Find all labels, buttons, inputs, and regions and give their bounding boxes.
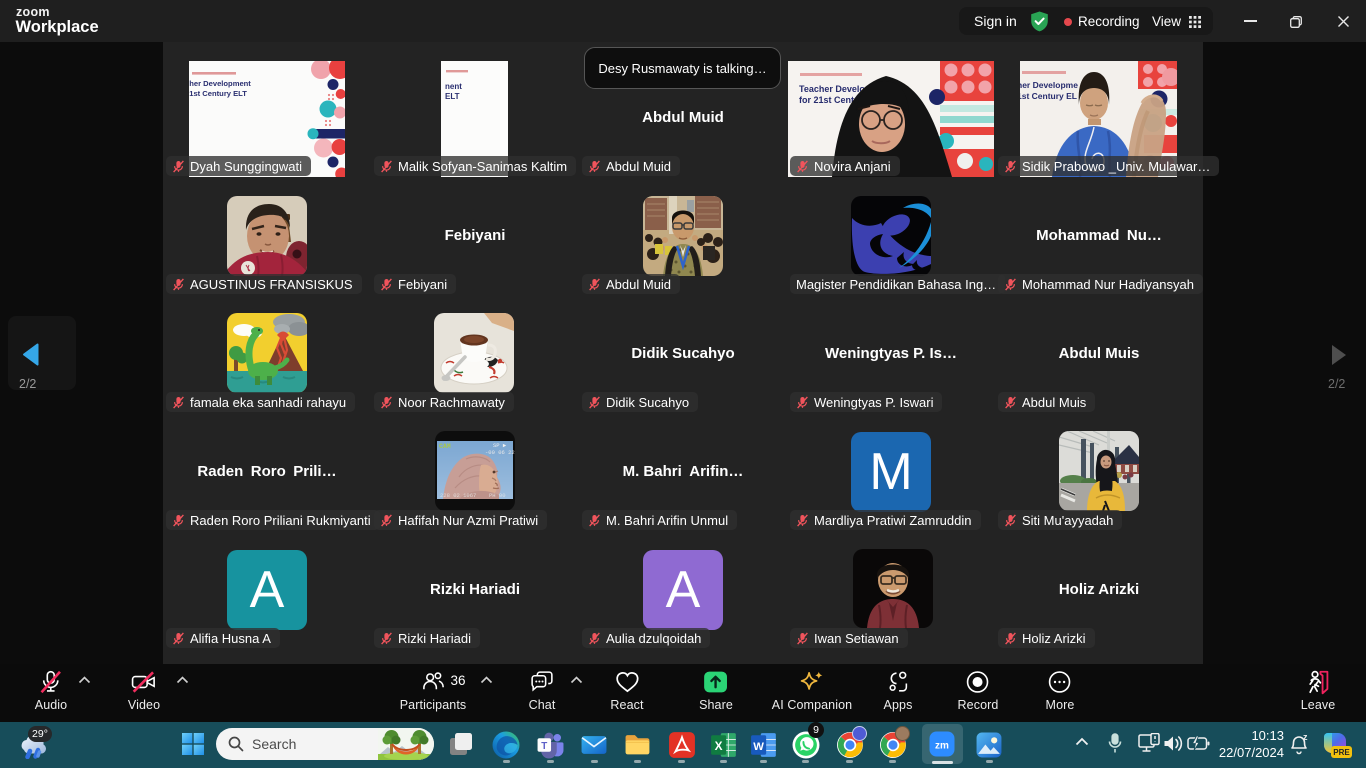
svg-text:228 02 1067: 228 02 1067	[440, 492, 476, 499]
svg-text:ELT: ELT	[445, 92, 460, 101]
svg-text:nent: nent	[445, 82, 462, 91]
svg-text:PH 00: PH 00	[489, 492, 506, 499]
svg-text:X: X	[715, 739, 723, 753]
svg-text:21st Century ELT: 21st Century ELT	[189, 89, 247, 98]
svg-text:SP ▶: SP ▶	[493, 442, 507, 449]
svg-text:-00 06 22: -00 06 22	[485, 449, 515, 456]
svg-text:zm: zm	[935, 741, 949, 752]
svg-text:T: T	[541, 741, 547, 752]
svg-text:1st Century EL: 1st Century EL	[1020, 91, 1077, 101]
svg-text:W: W	[753, 741, 764, 753]
svg-text:cher Development: cher Development	[189, 79, 251, 88]
svg-text:her Developme: her Developme	[1020, 80, 1078, 90]
svg-text:CAM: CAM	[439, 443, 451, 450]
svg-text:z: z	[1303, 732, 1308, 742]
